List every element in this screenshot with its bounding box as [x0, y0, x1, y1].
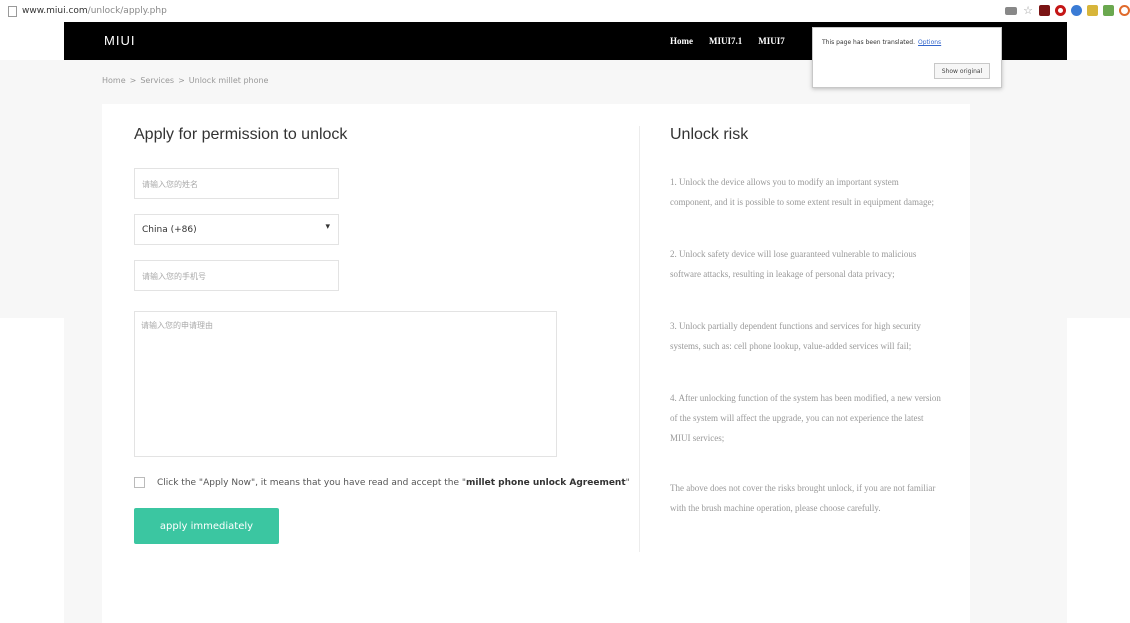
breadcrumb-separator: > [178, 76, 185, 85]
risk-item: 4. After unlocking function of the syste… [670, 393, 941, 443]
name-input[interactable]: 请输入您的姓名 [134, 168, 339, 199]
agreement-text: Click the "Apply Now", it means that you… [157, 478, 630, 488]
column-divider [639, 126, 640, 552]
page-background-right [1067, 60, 1130, 318]
opera-icon[interactable] [1055, 5, 1066, 16]
bookmark-star-icon[interactable]: ☆ [1022, 5, 1034, 16]
translate-message-text: This page has been translated. [822, 39, 916, 46]
agreement-text-suffix: " [625, 477, 630, 488]
agreement-row: Click the "Apply Now", it means that you… [134, 477, 630, 488]
translate-popup: This page has been translated. Options Sh… [812, 27, 1002, 88]
agreement-checkbox[interactable] [134, 477, 145, 488]
url-host: www.miui.com [22, 6, 88, 16]
form-title: Apply for permission to unlock [134, 126, 348, 143]
risk-item: 3. Unlock partially dependent functions … [670, 321, 921, 351]
url-path: /unlock/apply.php [87, 6, 167, 16]
url-field[interactable]: www.miui.com/unlock/apply.php [22, 6, 167, 16]
extension-dark-red-icon[interactable] [1039, 5, 1050, 16]
extension-orange-icon[interactable] [1119, 5, 1130, 16]
risk-item: 2. Unlock safety device will lose guaran… [670, 249, 917, 279]
apply-button[interactable]: apply immediately [134, 508, 279, 544]
nav-miui7[interactable]: MIUI7 [758, 36, 785, 46]
breadcrumb-current: Unlock millet phone [188, 76, 269, 85]
breadcrumb: Home > Services > Unlock millet phone [102, 76, 268, 85]
dropdown-arrow-icon: ▾ [325, 222, 330, 232]
translate-message: This page has been translated. Options [822, 39, 941, 46]
breadcrumb-services[interactable]: Services [140, 76, 174, 85]
phone-input[interactable]: 请输入您的手机号 [134, 260, 339, 291]
nav-home[interactable]: Home [670, 36, 693, 46]
translate-options-link[interactable]: Options [918, 39, 941, 46]
breadcrumb-separator: > [129, 76, 137, 85]
risk-item: The above does not cover the risks broug… [670, 483, 936, 513]
nav-miui71[interactable]: MIUI7.1 [709, 36, 742, 46]
reason-textarea[interactable]: 请输入您的申请理由 [134, 311, 557, 457]
browser-address-bar: www.miui.com/unlock/apply.php ☆ [0, 0, 1130, 22]
risk-title: Unlock risk [670, 126, 749, 143]
header-nav: Home MIUI7.1 MIUI7 [670, 36, 785, 46]
agreement-text-prefix: Click the "Apply Now", it means that you… [157, 477, 466, 488]
page-background-left [0, 60, 64, 318]
page-icon [8, 5, 17, 17]
translate-icon[interactable] [1005, 6, 1017, 15]
miui-logo[interactable]: MIUI [104, 33, 135, 48]
country-code-select[interactable]: China (+86) ▾ [134, 214, 339, 245]
country-code-value: China (+86) [142, 225, 197, 235]
unlock-apply-card: Apply for permission to unlock 请输入您的姓名 C… [102, 104, 970, 623]
breadcrumb-home[interactable]: Home [102, 76, 126, 85]
extension-green-icon[interactable] [1103, 5, 1114, 16]
risk-item: 1. Unlock the device allows you to modif… [670, 177, 934, 207]
show-original-button[interactable]: Show original [934, 63, 990, 79]
browser-extension-icons: ☆ [1005, 5, 1130, 16]
extension-yellow-icon[interactable] [1087, 5, 1098, 16]
extension-blue-icon[interactable] [1071, 5, 1082, 16]
agreement-link[interactable]: millet phone unlock Agreement [466, 478, 626, 488]
